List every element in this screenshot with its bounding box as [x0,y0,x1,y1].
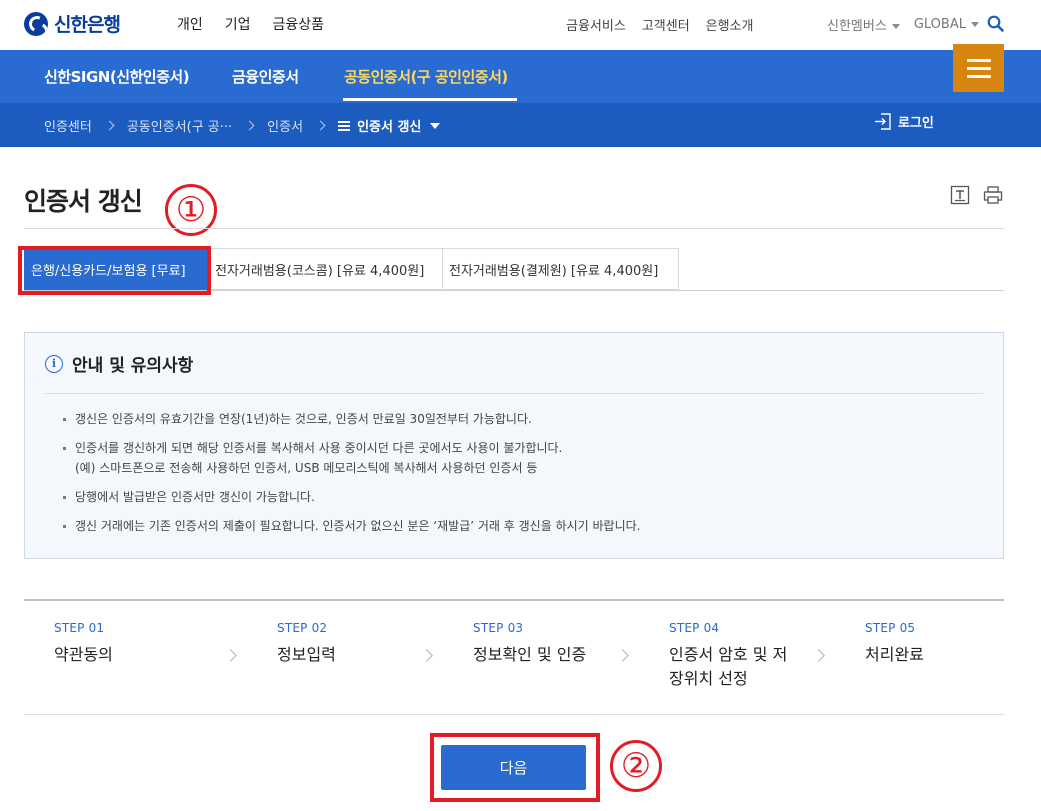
font-size-icon[interactable] [950,185,970,205]
chevron-right-icon [244,120,255,131]
step-label: 정보확인 및 인증 [473,645,587,664]
breadcrumb-current-label: 인증서 갱신 [357,120,422,135]
step-label: 처리완료 [865,645,924,664]
notice-item: 당행에서 발급받은 인증서만 갱신이 가능합니다. [63,487,640,507]
members-label: 신한멤버스 [827,19,887,34]
notice-list: 갱신은 인증서의 유효기간을 연장(1년)하는 것으로, 인증서 만료일 30일… [63,409,640,545]
step-label: 인증서 암호 및 저장위치 선정 [669,645,788,688]
notice-item-example: (예) 스마트폰으로 전송해 사용하던 인증서, USB 메모리스틱에 복사해서… [75,461,538,475]
menu-icon-bar [966,66,991,70]
shinhan-logo-icon [24,11,48,36]
members-dropdown[interactable]: 신한멤버스 [827,15,900,34]
subtab-kftc[interactable]: 전자거래범용(결제원) [유료 4,400원] [443,248,679,290]
print-icon[interactable] [983,185,1003,205]
nav-products[interactable]: 금융상품 [273,14,325,34]
chevron-right-icon [315,120,326,131]
step-number: STEP 04 [669,621,720,635]
step-label: 정보입력 [277,645,336,664]
chevron-right-icon [224,649,237,662]
subtab-koscom[interactable]: 전자거래범용(코스콤) [유료 4,400원] [209,248,443,290]
active-tab-indicator [343,98,517,101]
breadcrumb-current-dropdown[interactable]: 인증서 갱신 [338,116,441,135]
breadcrumb-certificate[interactable]: 인증서 [267,116,303,135]
step-2: STEP 02 정보입력 [277,621,336,667]
notice-item: 인증서를 갱신하게 되면 해당 인증서를 복사해서 사용 중이시던 다른 곳에서… [63,438,640,478]
nav-financial-services[interactable]: 금융서비스 [566,15,626,34]
page-title: 인증서 갱신 [24,187,143,216]
notice-divider [45,393,983,394]
annotation-highlight-box-2 [430,733,600,802]
step-3: STEP 03 정보확인 및 인증 [473,621,586,667]
tab-joint-certificate[interactable]: 공동인증서(구 공인인증서) [344,66,508,87]
list-icon [338,120,351,131]
step-1: STEP 01 약관동의 [54,621,113,667]
nav-customer-center[interactable]: 고객센터 [642,15,690,34]
tab-shinhan-sign[interactable]: 신한SIGN(신한인증서) [44,66,190,87]
step-label: 약관동의 [54,645,113,664]
chevron-right-icon [420,649,433,662]
annotation-highlight-box-1 [18,246,211,295]
step-5: STEP 05 처리완료 [865,621,924,667]
chevron-down-icon [970,22,979,27]
step-number: STEP 03 [473,621,524,635]
hamburger-menu-button[interactable] [953,44,1004,92]
info-icon: i [45,354,63,373]
login-button[interactable]: 로그인 [873,112,934,131]
breadcrumb-joint-cert[interactable]: 공동인증서(구 공··· [127,116,232,135]
notice-title-text: 안내 및 유의사항 [72,356,194,376]
process-steps: STEP 01 약관동의 STEP 02 정보입력 STEP 03 정보확인 및… [24,599,1004,715]
nav-personal[interactable]: 개인 [177,14,203,34]
chevron-down-icon [891,24,900,29]
certificate-type-tabs: 신한SIGN(신한인증서) 금융인증서 공동인증서(구 공인인증서) [0,50,1041,103]
menu-icon-bar [966,74,991,78]
global-label: GLOBAL [913,17,966,32]
title-divider [24,228,1004,229]
shinhan-logo[interactable]: 신한은행 [24,10,121,37]
global-dropdown[interactable]: GLOBAL [914,17,979,32]
nav-business[interactable]: 기업 [225,14,251,34]
logo-text: 신한은행 [54,14,121,36]
login-label: 로그인 [898,116,934,131]
chevron-right-icon [616,649,629,662]
main-nav: 개인 기업 금융상품 [177,14,324,34]
top-header: 신한은행 개인 기업 금융상품 금융서비스 고객센터 은행소개 신한멤버스 GL… [0,0,1041,50]
tab-financial-certificate[interactable]: 금융인증서 [232,66,299,87]
search-icon[interactable] [987,15,1004,32]
step-4: STEP 04 인증서 암호 및 저장위치 선정 [669,621,789,691]
notice-item-text: 인증서를 갱신하게 되면 해당 인증서를 복사해서 사용 중이시던 다른 곳에서… [75,441,563,455]
step-number: STEP 01 [54,621,105,635]
chevron-right-icon [812,649,825,662]
chevron-down-icon [430,122,441,129]
right-utility: 신한멤버스 GLOBAL [827,15,979,34]
nav-about-bank[interactable]: 은행소개 [706,15,754,34]
breadcrumb-cert-center[interactable]: 인증센터 [44,116,92,135]
step-number: STEP 02 [277,621,328,635]
utility-nav: 금융서비스 고객센터 은행소개 [566,15,754,34]
notice-item: 갱신 거래에는 기존 인증서의 제출이 필요합니다. 인증서가 없으신 분은 ‘… [63,516,640,536]
breadcrumb: 인증센터 공동인증서(구 공··· 인증서 인증서 갱신 [44,116,441,135]
annotation-marker-2: ② [610,740,662,792]
notice-box: i 안내 및 유의사항 갱신은 인증서의 유효기간을 연장(1년)하는 것으로,… [24,332,1004,559]
step-number: STEP 05 [865,621,916,635]
menu-icon-bar [966,58,991,62]
chevron-right-icon [104,120,115,131]
notice-item: 갱신은 인증서의 유효기간을 연장(1년)하는 것으로, 인증서 만료일 30일… [63,409,640,429]
login-icon [875,113,891,130]
notice-title: i 안내 및 유의사항 [45,351,193,376]
